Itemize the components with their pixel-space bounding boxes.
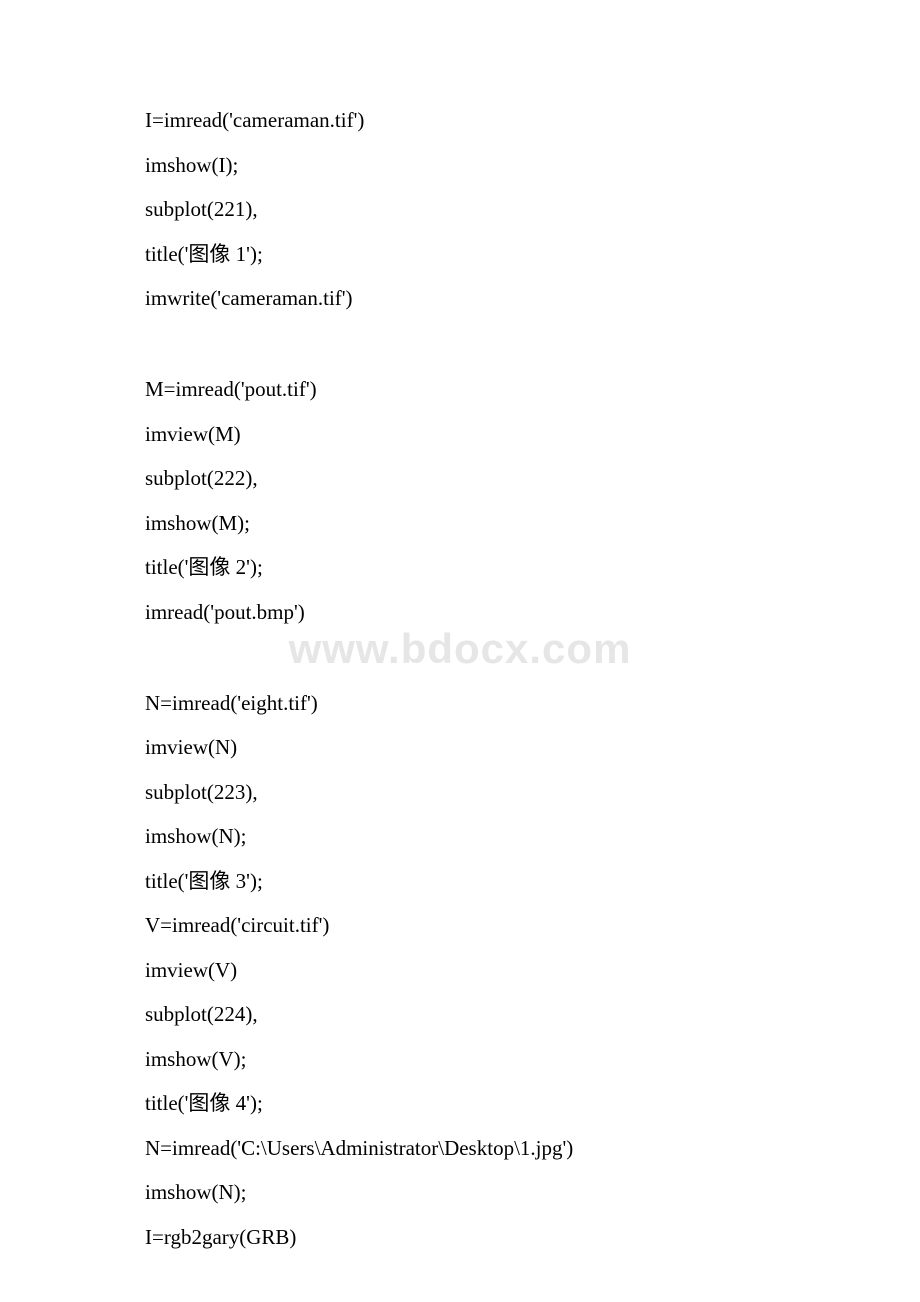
code-line: imread('pout.bmp') [145, 602, 775, 623]
code-line: imwrite('cameraman.tif') [145, 288, 775, 309]
blank-line [145, 646, 775, 669]
code-line: imshow(M); [145, 513, 775, 534]
blank-line [145, 333, 775, 356]
code-line: subplot(224), [145, 1004, 775, 1025]
code-line: title('图像 3'); [145, 871, 775, 892]
code-line: title('图像 1'); [145, 244, 775, 265]
code-line: imview(N) [145, 737, 775, 758]
code-line: N=imread('eight.tif') [145, 693, 775, 714]
code-line: imview(M) [145, 424, 775, 445]
code-line: subplot(223), [145, 782, 775, 803]
code-line: I=rgb2gary(GRB) [145, 1227, 775, 1248]
code-line: imshow(I); [145, 155, 775, 176]
code-line: imshow(N); [145, 1182, 775, 1203]
code-line: imview(V) [145, 960, 775, 981]
code-line: title('图像 2'); [145, 557, 775, 578]
code-content: I=imread('cameraman.tif') imshow(I); sub… [145, 110, 775, 1248]
code-line: I=imread('cameraman.tif') [145, 110, 775, 131]
code-line: V=imread('circuit.tif') [145, 915, 775, 936]
code-line: M=imread('pout.tif') [145, 379, 775, 400]
code-line: imshow(V); [145, 1049, 775, 1070]
code-line: subplot(221), [145, 199, 775, 220]
code-line: imshow(N); [145, 826, 775, 847]
code-line: title('图像 4'); [145, 1093, 775, 1114]
code-line: subplot(222), [145, 468, 775, 489]
code-line: N=imread('C:\Users\Administrator\Desktop… [145, 1138, 775, 1159]
